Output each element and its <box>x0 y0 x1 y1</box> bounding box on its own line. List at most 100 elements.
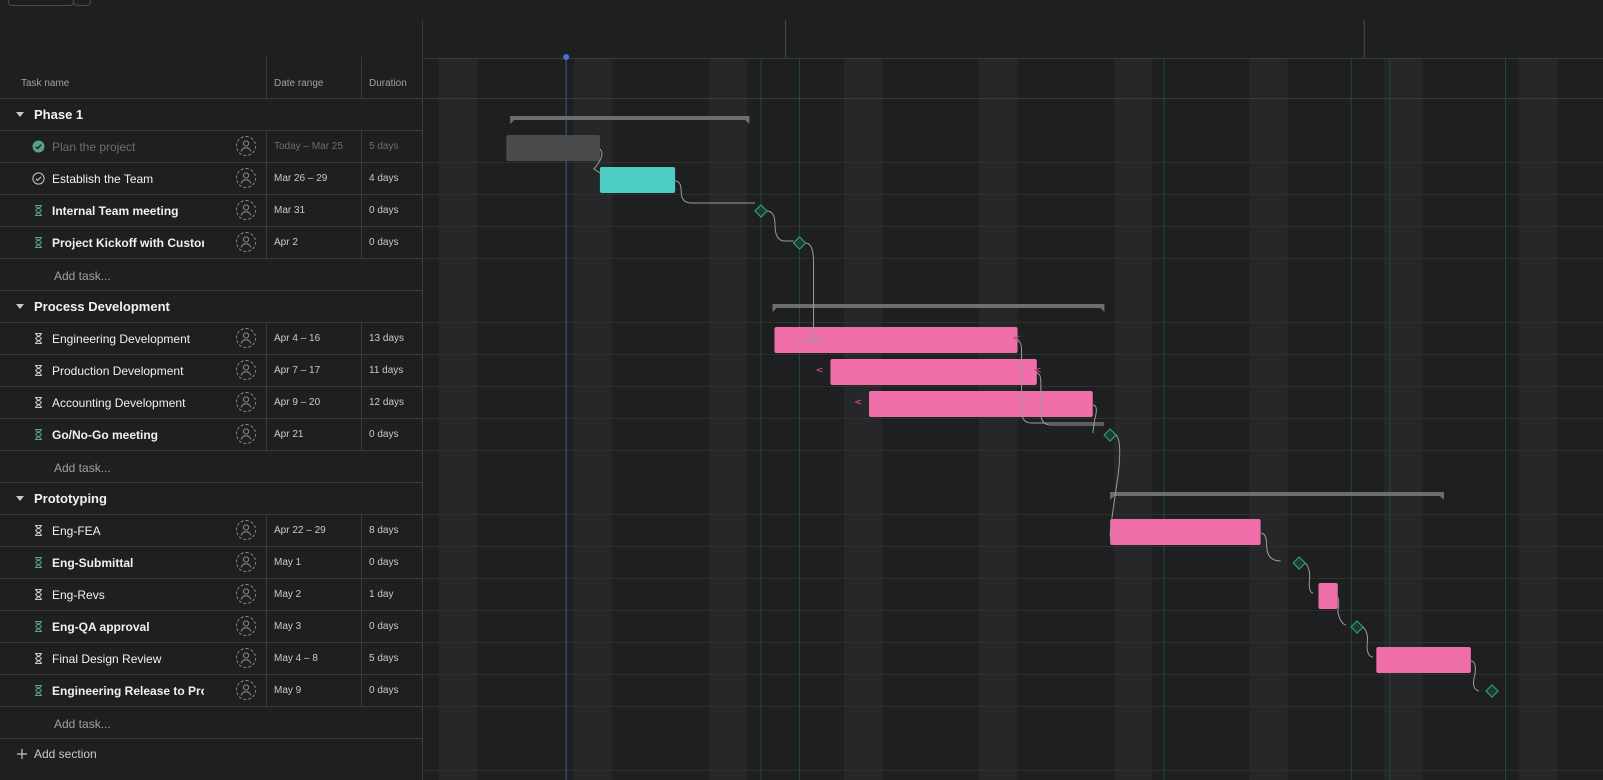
assignee-avatar-icon[interactable] <box>236 616 256 636</box>
task-date-range[interactable]: May 4 – 8 <box>274 653 318 664</box>
section-title[interactable]: Prototyping <box>34 491 107 506</box>
task-name[interactable]: Eng-Revs <box>52 588 204 602</box>
assignee-avatar-icon[interactable] <box>236 648 256 668</box>
milestone-diamond[interactable] <box>792 236 807 250</box>
collapse-caret-icon[interactable] <box>16 496 24 501</box>
task-duration[interactable]: 13 days <box>369 333 404 344</box>
add-section-row[interactable]: Add section <box>0 739 423 771</box>
task-name[interactable]: Go/No-Go meeting <box>52 428 204 442</box>
task-duration[interactable]: 0 days <box>369 205 398 216</box>
task-row[interactable]: Project Kickoff with Customer Apr 2 0 days <box>0 227 423 259</box>
task-date-range[interactable]: Apr 21 <box>274 429 303 440</box>
task-duration[interactable]: 0 days <box>369 429 398 440</box>
task-name[interactable]: Eng-Submittal <box>52 556 204 570</box>
milestone-hourglass-icon[interactable] <box>32 204 45 217</box>
task-duration[interactable]: 12 days <box>369 397 404 408</box>
task-duration[interactable]: 1 day <box>369 589 393 600</box>
task-bar-production-development[interactable] <box>830 359 1037 385</box>
section-header[interactable]: Prototyping <box>0 483 423 515</box>
task-row[interactable]: Plan the project Today – Mar 25 5 days <box>0 131 423 163</box>
task-row[interactable]: Eng-QA approval May 3 0 days <box>0 611 423 643</box>
milestone-hourglass-icon[interactable] <box>32 236 45 249</box>
task-bar-engineering-development[interactable] <box>774 327 1018 353</box>
add-task-button[interactable]: Add task... <box>54 269 111 283</box>
section-header[interactable]: Process Development <box>0 291 423 323</box>
section-title[interactable]: Process Development <box>34 299 170 314</box>
assignee-avatar-icon[interactable] <box>236 584 256 604</box>
milestone-hourglass-icon[interactable] <box>32 556 45 569</box>
task-duration[interactable]: 8 days <box>369 525 398 536</box>
task-row[interactable]: Engineering Development Apr 4 – 16 13 days <box>0 323 423 355</box>
milestone-hourglass-icon[interactable] <box>32 428 45 441</box>
check-filled-icon[interactable] <box>32 140 45 153</box>
hourglass-icon[interactable] <box>32 588 45 601</box>
section-summary-bracket[interactable] <box>772 304 1105 312</box>
task-row[interactable]: Engineering Release to Production May 9 0 … <box>0 675 423 707</box>
task-row[interactable]: Eng-Submittal May 1 0 days <box>0 547 423 579</box>
add-task-row[interactable]: Add task... <box>0 259 423 291</box>
task-bar-accounting-development[interactable] <box>869 391 1093 417</box>
toolbar-button[interactable] <box>8 0 74 6</box>
section-header[interactable]: Phase 1 <box>0 99 423 131</box>
task-name[interactable]: Eng-QA approval <box>52 620 204 634</box>
task-date-range[interactable]: Apr 9 – 20 <box>274 397 320 408</box>
task-date-range[interactable]: Today – Mar 25 <box>274 141 343 152</box>
task-date-range[interactable]: May 9 <box>274 685 301 696</box>
milestone-hourglass-icon[interactable] <box>32 620 45 633</box>
task-row[interactable]: Eng-Revs May 2 1 day <box>0 579 423 611</box>
section-title[interactable]: Phase 1 <box>34 107 83 122</box>
task-duration[interactable]: 0 days <box>369 621 398 632</box>
task-row[interactable]: Go/No-Go meeting Apr 21 0 days <box>0 419 423 451</box>
hourglass-icon[interactable] <box>32 396 45 409</box>
task-date-range[interactable]: Apr 4 – 16 <box>274 333 320 344</box>
milestone-diamond[interactable] <box>754 204 768 218</box>
plus-icon[interactable] <box>17 748 27 759</box>
task-duration[interactable]: 4 days <box>369 173 398 184</box>
task-bar-eng-fea[interactable] <box>1110 519 1261 545</box>
task-row[interactable]: Establish the Team Mar 26 – 29 4 days <box>0 163 423 195</box>
collapse-caret-icon[interactable] <box>16 304 24 309</box>
task-bar-establish-the-team[interactable] <box>599 167 676 193</box>
add-task-button[interactable]: Add task... <box>54 461 111 475</box>
assignee-avatar-icon[interactable] <box>236 360 256 380</box>
assignee-avatar-icon[interactable] <box>236 680 256 700</box>
column-header-task-name[interactable]: Task name <box>21 78 69 89</box>
add-task-button[interactable]: Add task... <box>54 717 111 731</box>
task-duration[interactable]: 5 days <box>369 141 398 152</box>
assignee-avatar-icon[interactable] <box>236 232 256 252</box>
add-section-button[interactable]: Add section <box>34 747 97 761</box>
task-row[interactable]: Internal Team meeting Mar 31 0 days <box>0 195 423 227</box>
milestone-diamond[interactable] <box>1292 556 1307 570</box>
assignee-avatar-icon[interactable] <box>236 168 256 188</box>
task-name[interactable]: Plan the project <box>52 140 204 154</box>
collapse-caret-icon[interactable] <box>16 112 24 117</box>
task-duration[interactable]: 0 days <box>369 557 398 568</box>
task-name[interactable]: Production Development <box>52 364 204 378</box>
assignee-avatar-icon[interactable] <box>236 552 256 572</box>
task-bar-final-design-review[interactable] <box>1376 647 1471 673</box>
task-bar-plan-the-project[interactable] <box>506 135 600 161</box>
column-divider[interactable] <box>361 57 362 99</box>
column-header-date-range[interactable]: Date range <box>274 78 323 89</box>
add-task-row[interactable]: Add task... <box>0 451 423 483</box>
task-name[interactable]: Eng-FEA <box>52 524 204 538</box>
assignee-avatar-icon[interactable] <box>236 200 256 220</box>
task-date-range[interactable]: Mar 31 <box>274 205 305 216</box>
task-row[interactable]: Eng-FEA Apr 22 – 29 8 days <box>0 515 423 547</box>
check-circle-icon[interactable] <box>32 172 45 185</box>
task-date-range[interactable]: May 2 <box>274 589 301 600</box>
task-row[interactable]: Final Design Review May 4 – 8 5 days <box>0 643 423 675</box>
task-duration[interactable]: 5 days <box>369 653 398 664</box>
task-name[interactable]: Internal Team meeting <box>52 204 204 218</box>
task-name[interactable]: Final Design Review <box>52 652 204 666</box>
milestone-hourglass-icon[interactable] <box>32 684 45 697</box>
assignee-avatar-icon[interactable] <box>236 136 256 156</box>
column-divider[interactable] <box>266 57 267 99</box>
milestone-diamond[interactable] <box>1350 620 1364 634</box>
toolbar-dropdown-button[interactable] <box>73 0 91 6</box>
task-date-range[interactable]: Apr 7 – 17 <box>274 365 320 376</box>
task-date-range[interactable]: May 1 <box>274 557 301 568</box>
assignee-avatar-icon[interactable] <box>236 392 256 412</box>
assignee-avatar-icon[interactable] <box>236 424 256 444</box>
task-row[interactable]: Accounting Development Apr 9 – 20 12 days <box>0 387 423 419</box>
